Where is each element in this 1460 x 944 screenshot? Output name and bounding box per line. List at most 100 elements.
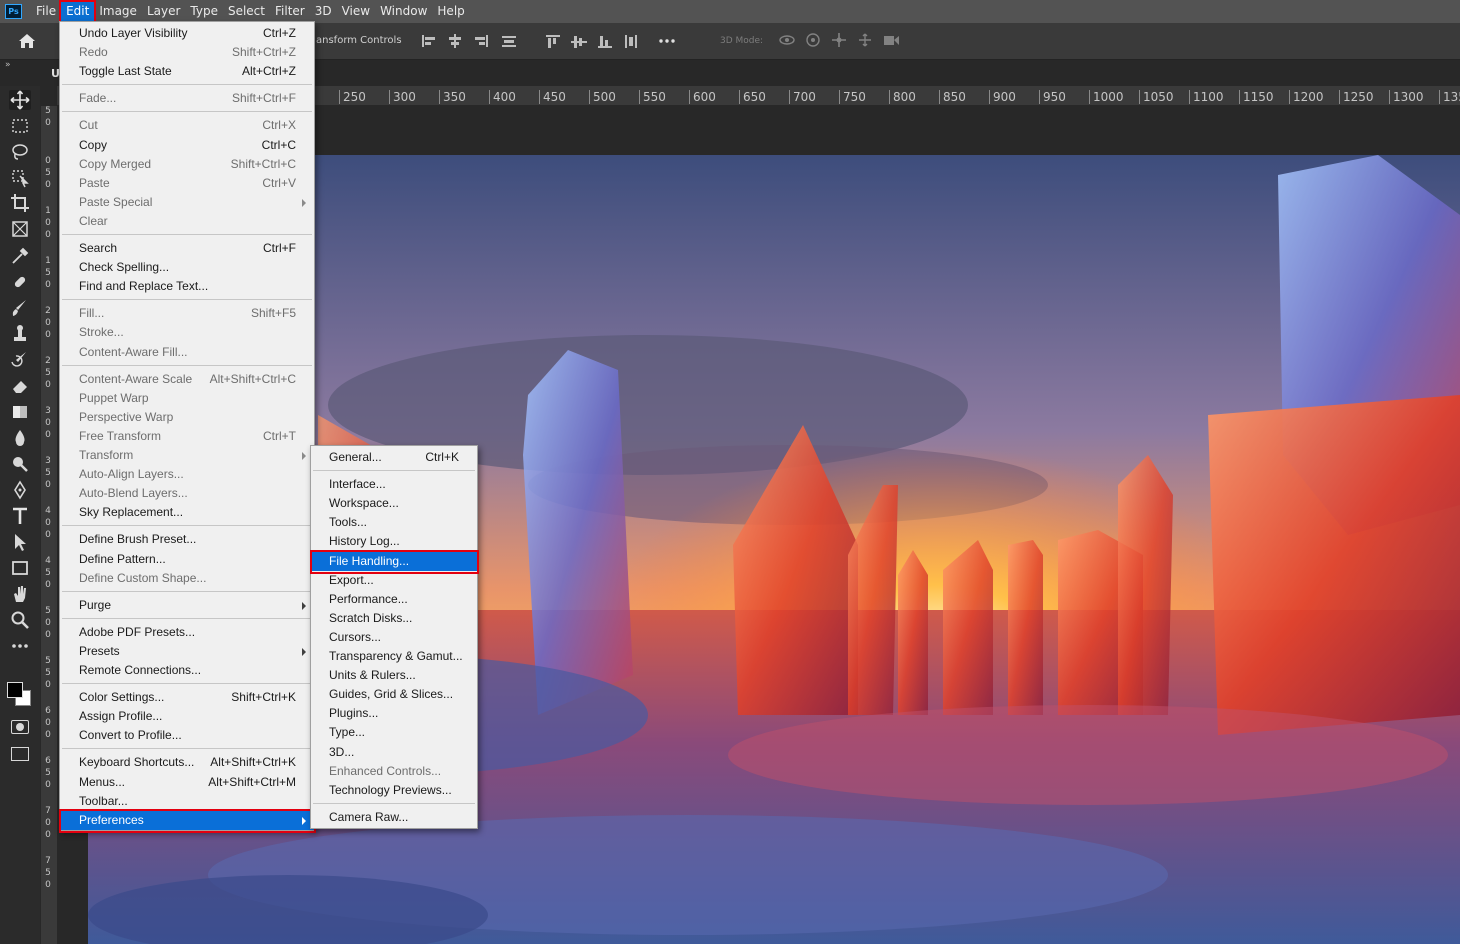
distribute-icon[interactable]: [500, 33, 518, 49]
menu-item-undo-layer-visibility[interactable]: Undo Layer Visibility Ctrl+Z: [60, 24, 314, 43]
menu-item-puppet-warp: Puppet Warp: [60, 389, 314, 408]
menu-item-sky-replacement[interactable]: Sky Replacement...: [60, 503, 314, 522]
menu-item-search[interactable]: Search Ctrl+F: [60, 239, 314, 258]
menu-item-plugins[interactable]: Plugins...: [311, 704, 477, 723]
menu-item-assign-profile[interactable]: Assign Profile...: [60, 707, 314, 726]
menu-item-presets[interactable]: Presets: [60, 642, 314, 661]
menu-item-guides-grid-and-slices[interactable]: Guides, Grid & Slices...: [311, 685, 477, 704]
menu-item-convert-to-profile[interactable]: Convert to Profile...: [60, 726, 314, 745]
align-middle-icon[interactable]: [570, 33, 588, 49]
menu-item-history-log[interactable]: History Log...: [311, 532, 477, 551]
menu-item-toggle-last-state[interactable]: Toggle Last State Alt+Ctrl+Z: [60, 62, 314, 81]
clone-stamp-icon[interactable]: [9, 324, 31, 344]
align-left-icon[interactable]: [420, 33, 438, 49]
menu-item-copy-merged: Copy Merged Shift+Ctrl+C: [60, 155, 314, 174]
menu-item-general[interactable]: General... Ctrl+K: [311, 448, 477, 467]
quick-mask-icon[interactable]: [11, 720, 29, 734]
menu-item-cursors[interactable]: Cursors...: [311, 628, 477, 647]
frame-tool-icon[interactable]: [9, 219, 31, 239]
align-bottom-icon[interactable]: [596, 33, 614, 49]
menu-item-transparency-and-gamut[interactable]: Transparency & Gamut...: [311, 647, 477, 666]
menu-image[interactable]: Image: [94, 0, 142, 23]
menu-item-menus[interactable]: Menus... Alt+Shift+Ctrl+M: [60, 773, 314, 792]
menu-window[interactable]: Window: [375, 0, 432, 23]
brush-tool-icon[interactable]: [9, 298, 31, 318]
path-select-tool-icon[interactable]: [9, 532, 31, 552]
zoom-tool-icon[interactable]: [9, 610, 31, 630]
color-swatches[interactable]: [5, 680, 35, 710]
healing-brush-icon[interactable]: [9, 272, 31, 292]
crop-tool-icon[interactable]: [9, 193, 31, 213]
menu-item-camera-raw[interactable]: Camera Raw...: [311, 808, 477, 827]
menu-type[interactable]: Type: [185, 0, 223, 23]
object-select-tool-icon[interactable]: [9, 168, 31, 188]
menu-item-define-pattern[interactable]: Define Pattern...: [60, 550, 314, 569]
menu-3d[interactable]: 3D: [310, 0, 337, 23]
menu-item-toolbar[interactable]: Toolbar...: [60, 792, 314, 811]
lasso-tool-icon[interactable]: [9, 142, 31, 162]
menu-item-tools[interactable]: Tools...: [311, 513, 477, 532]
pan-3d-icon[interactable]: [830, 32, 848, 48]
align-center-icon[interactable]: [446, 33, 464, 49]
screen-mode-icon[interactable]: [11, 747, 29, 761]
menu-layer[interactable]: Layer: [142, 0, 185, 23]
type-tool-icon[interactable]: [9, 506, 31, 526]
ruler-tick-label: 650: [739, 90, 766, 104]
menu-file[interactable]: File: [31, 0, 61, 23]
foreground-color-swatch[interactable]: [7, 682, 23, 698]
scale-3d-icon[interactable]: [882, 32, 900, 48]
blur-tool-icon[interactable]: [9, 428, 31, 448]
menu-item-performance[interactable]: Performance...: [311, 590, 477, 609]
menu-item-workspace[interactable]: Workspace...: [311, 494, 477, 513]
menu-item-shortcut: Shift+Ctrl+Z: [231, 45, 296, 60]
move-tool-icon[interactable]: [9, 90, 31, 110]
menu-item-find-and-replace-text[interactable]: Find and Replace Text...: [60, 277, 314, 296]
expand-panels-icon[interactable]: »: [5, 60, 11, 70]
pen-tool-icon[interactable]: [9, 480, 31, 500]
slide-3d-icon[interactable]: [856, 32, 874, 48]
menu-item-file-handling[interactable]: File Handling...: [310, 549, 479, 574]
more-tools-icon[interactable]: [9, 636, 31, 656]
menu-edit[interactable]: Edit: [59, 0, 97, 23]
marquee-tool-icon[interactable]: [9, 116, 31, 136]
more-icon[interactable]: [658, 33, 676, 49]
menu-item-preferences[interactable]: Preferences: [59, 808, 316, 833]
menu-item-label: Preferences: [79, 812, 144, 827]
menu-item-copy[interactable]: Copy Ctrl+C: [60, 136, 314, 155]
menu-item-export[interactable]: Export...: [311, 571, 477, 590]
menu-item-label: Plugins...: [329, 706, 379, 721]
distribute-vertical-icon[interactable]: [622, 33, 640, 49]
eraser-tool-icon[interactable]: [9, 376, 31, 396]
menu-filter[interactable]: Filter: [270, 0, 310, 23]
dodge-tool-icon[interactable]: [9, 454, 31, 474]
roll-3d-icon[interactable]: [804, 32, 822, 48]
menu-item-purge[interactable]: Purge: [60, 596, 314, 615]
rectangle-tool-icon[interactable]: [9, 558, 31, 578]
history-brush-icon[interactable]: [9, 350, 31, 370]
menu-item-keyboard-shortcuts[interactable]: Keyboard Shortcuts... Alt+Shift+Ctrl+K: [60, 753, 314, 772]
menu-item-adobe-pdf-presets[interactable]: Adobe PDF Presets...: [60, 623, 314, 642]
eyedropper-tool-icon[interactable]: [9, 246, 31, 266]
hand-tool-icon[interactable]: [9, 584, 31, 604]
transform-controls-label[interactable]: ansform Controls: [316, 35, 402, 46]
align-top-icon[interactable]: [544, 33, 562, 49]
menu-item-type[interactable]: Type...: [311, 723, 477, 742]
home-icon[interactable]: [18, 33, 36, 49]
menu-item-units-and-rulers[interactable]: Units & Rulers...: [311, 666, 477, 685]
menu-item-interface[interactable]: Interface...: [311, 475, 477, 494]
menu-view[interactable]: View: [337, 0, 375, 23]
menu-item-technology-previews[interactable]: Technology Previews...: [311, 781, 477, 800]
menu-item-scratch-disks[interactable]: Scratch Disks...: [311, 609, 477, 628]
menu-item-remote-connections[interactable]: Remote Connections...: [60, 661, 314, 680]
menu-item-check-spelling[interactable]: Check Spelling...: [60, 258, 314, 277]
menu-item-3d[interactable]: 3D...: [311, 743, 477, 762]
menu-help[interactable]: Help: [432, 0, 469, 23]
gradient-tool-icon[interactable]: [9, 402, 31, 422]
align-right-icon[interactable]: [472, 33, 490, 49]
menu-item-label: Fill...: [79, 306, 105, 321]
orbit-3d-icon[interactable]: [778, 32, 796, 48]
menu-item-define-brush-preset[interactable]: Define Brush Preset...: [60, 530, 314, 549]
menu-select[interactable]: Select: [223, 0, 270, 23]
menu-item-color-settings[interactable]: Color Settings... Shift+Ctrl+K: [60, 688, 314, 707]
menu-item-label: Interface...: [329, 477, 386, 492]
